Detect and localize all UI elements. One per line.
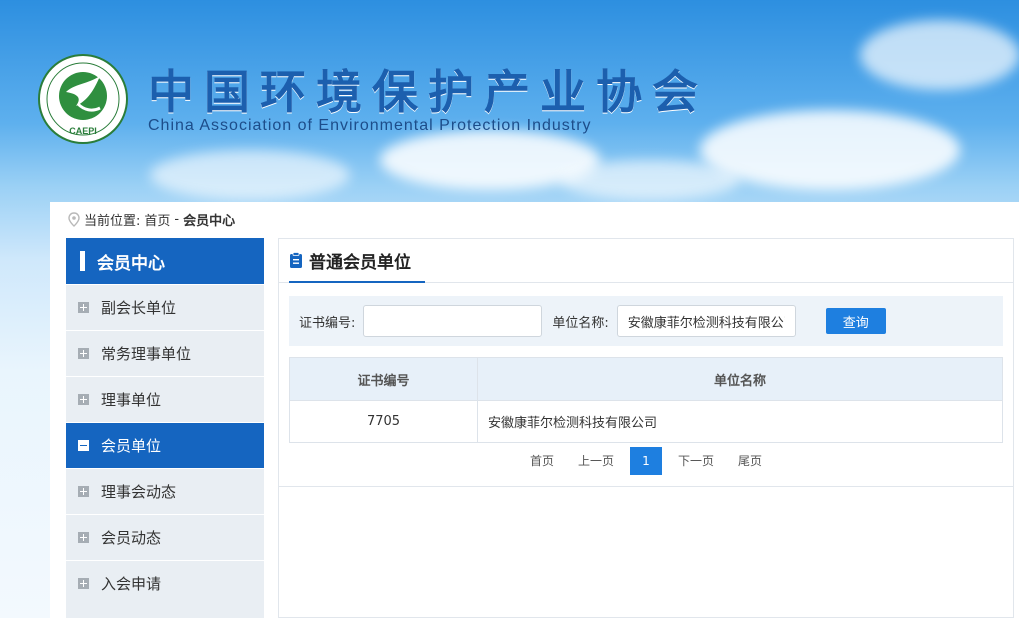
cert-no-label: 证书编号: (299, 315, 356, 331)
page-title: 普通会员单位 (289, 239, 425, 283)
caepi-logo-icon[interactable]: CAEPI (38, 54, 128, 144)
cert-no-input[interactable] (363, 305, 543, 337)
sidebar-item-label: 副会长单位 (101, 299, 177, 317)
plus-icon (78, 394, 89, 405)
location-pin-icon (68, 212, 80, 227)
pager-last[interactable]: 尾页 (726, 447, 774, 475)
sidebar-title-text: 会员中心 (97, 253, 165, 274)
pager-next[interactable]: 下一页 (666, 447, 726, 475)
col-header-cert-no: 证书编号 (289, 357, 478, 401)
sidebar-item-director[interactable]: 理事单位 (66, 376, 264, 422)
pager-current-page[interactable]: 1 (630, 447, 662, 475)
title-bar-decoration (80, 251, 85, 271)
search-button[interactable]: 查询 (825, 308, 886, 334)
cell-unit-name[interactable]: 安徽康菲尔检测科技有限公司 (477, 400, 1003, 443)
breadcrumb-current: 会员中心 (183, 214, 236, 229)
sidebar: 会员中心 副会长单位 常务理事单位 理事单位 会员单位 理事会动态 会员动态 入… (66, 238, 264, 618)
sidebar-item-join-application[interactable]: 入会申请 (66, 560, 264, 606)
divider (279, 486, 1013, 487)
plus-icon (78, 486, 89, 497)
pager-first[interactable]: 首页 (518, 447, 566, 475)
sidebar-title: 会员中心 (66, 238, 264, 284)
results-table: 证书编号 单位名称 7705 安徽康菲尔检测科技有限公司 (289, 357, 1003, 443)
table-row[interactable]: 7705 安徽康菲尔检测科技有限公司 (289, 400, 1003, 443)
sidebar-item-label: 入会申请 (101, 575, 162, 593)
table-header-row: 证书编号 单位名称 (289, 357, 1003, 401)
breadcrumb-home-link[interactable]: 首页 (144, 210, 170, 229)
col-header-unit-name: 单位名称 (477, 357, 1003, 401)
content-panel: 普通会员单位 证书编号: 单位名称: 查询 证书编号 单位名称 7705 安徽康… (278, 238, 1014, 618)
sidebar-item-label: 理事会动态 (101, 483, 177, 501)
sidebar-item-vice-president[interactable]: 副会长单位 (66, 284, 264, 330)
plus-icon (78, 532, 89, 543)
plus-icon (78, 302, 89, 313)
sidebar-item-label: 会员动态 (101, 529, 162, 547)
sidebar-item-label: 常务理事单位 (101, 345, 192, 363)
minus-icon (78, 440, 89, 451)
sidebar-item-member[interactable]: 会员单位 (66, 422, 264, 468)
search-bar: 证书编号: 单位名称: 查询 (289, 296, 1003, 346)
plus-icon (78, 348, 89, 359)
plus-icon (78, 578, 89, 589)
site-title: 中国环境保护产业协会 (148, 65, 708, 119)
page-title-text: 普通会员单位 (309, 252, 411, 273)
breadcrumb-separator: - (174, 212, 180, 227)
sidebar-item-label: 理事单位 (101, 391, 162, 409)
sidebar-item-label: 会员单位 (101, 437, 162, 455)
clipboard-icon (290, 251, 302, 268)
pagination: 首页 上一页 1 下一页 尾页 (279, 447, 1013, 475)
sidebar-item-executive-director[interactable]: 常务理事单位 (66, 330, 264, 376)
breadcrumb: 当前位置: 首页 - 会员中心 (68, 210, 235, 229)
unit-name-input[interactable] (616, 305, 796, 337)
main-panel: 当前位置: 首页 - 会员中心 会员中心 副会长单位 常务理事单位 理事单位 会… (50, 202, 1019, 618)
cell-cert-no: 7705 (289, 400, 478, 443)
sidebar-item-council-news[interactable]: 理事会动态 (66, 468, 264, 514)
site-subtitle: China Association of Environmental Prote… (148, 117, 592, 134)
unit-name-label: 单位名称: (552, 315, 609, 331)
content-header: 普通会员单位 (279, 239, 1013, 283)
sidebar-item-member-news[interactable]: 会员动态 (66, 514, 264, 560)
breadcrumb-label: 当前位置: (84, 214, 141, 229)
pager-prev[interactable]: 上一页 (566, 447, 626, 475)
logo-text: CAEPI (69, 126, 97, 136)
